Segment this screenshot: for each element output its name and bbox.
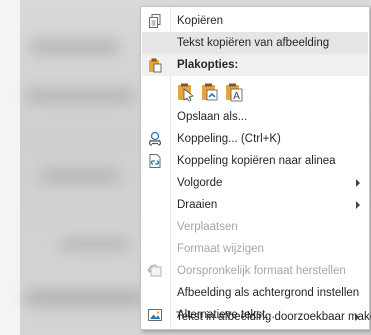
menu-item-label: Draaien (177, 199, 218, 211)
reset-size-icon (147, 264, 162, 277)
blurred-text (60, 240, 130, 250)
context-menu: Kopiëren Tekst kopiëren van afbeelding P… (140, 6, 370, 330)
submenu-arrow-icon (356, 179, 360, 187)
paste-merge-formatting-icon[interactable] (200, 82, 220, 102)
submenu-arrow-icon (356, 201, 360, 209)
menu-item-label: Kopiëren (177, 15, 224, 27)
copy-icon (149, 14, 161, 28)
blurred-text (40, 170, 120, 182)
menu-item-copy-text-from-image[interactable]: Tekst kopiëren van afbeelding (142, 32, 368, 54)
paste-options-header: Plakopties: (142, 54, 368, 76)
menu-item-label: Opslaan als... (177, 111, 248, 123)
paste-keep-formatting-icon[interactable] (176, 82, 196, 102)
menu-item-label: Formaat wijzigen (177, 243, 264, 255)
page-margin (0, 0, 20, 335)
menu-item-label: Koppeling... (Ctrl+K) (177, 133, 281, 145)
blurred-text (25, 90, 135, 102)
paste-options-row: A (142, 79, 368, 105)
blurred-text (30, 40, 120, 54)
menu-item-link[interactable]: Koppeling... (Ctrl+K) (142, 128, 368, 150)
menu-item-save-as[interactable]: Opslaan als... (142, 106, 368, 128)
menu-item-label: Koppeling kopiëren naar alinea (177, 155, 336, 167)
menu-item-reset-size: Oorspronkelijk formaat herstellen (142, 260, 368, 282)
submenu-arrow-icon (355, 313, 359, 321)
blurred-text (25, 290, 145, 306)
menu-item-label: Oorspronkelijk formaat herstellen (177, 265, 346, 277)
menu-item-resize: Formaat wijzigen (142, 238, 368, 260)
menu-item-make-text-searchable-row[interactable]: Tekst in afbeelding doorzoekbaar maken (141, 306, 371, 328)
menu-item-order[interactable]: Volgorde (142, 172, 368, 194)
menu-item-copy-link-to-paragraph[interactable]: Koppeling kopiëren naar alinea (142, 150, 368, 172)
menu-item-label: Volgorde (177, 177, 223, 189)
link-icon (149, 131, 161, 146)
link-paragraph-icon (149, 154, 161, 168)
clipboard-icon (149, 58, 162, 73)
menu-item-set-as-background[interactable]: Afbeelding als achtergrond instellen (142, 282, 368, 304)
menu-item-move: Verplaatsen (142, 216, 368, 238)
menu-item-label: Afbeelding als achtergrond instellen (177, 287, 360, 299)
svg-text:A: A (233, 91, 240, 102)
menu-item-rotate[interactable]: Draaien (142, 194, 368, 216)
menu-item-label: Tekst in afbeelding doorzoekbaar maken (176, 311, 371, 323)
paste-text-only-icon[interactable]: A (224, 82, 244, 102)
menu-item-copy[interactable]: Kopiëren (142, 10, 368, 32)
menu-item-label: Tekst kopiëren van afbeelding (177, 37, 330, 49)
menu-item-label: Verplaatsen (177, 221, 238, 233)
